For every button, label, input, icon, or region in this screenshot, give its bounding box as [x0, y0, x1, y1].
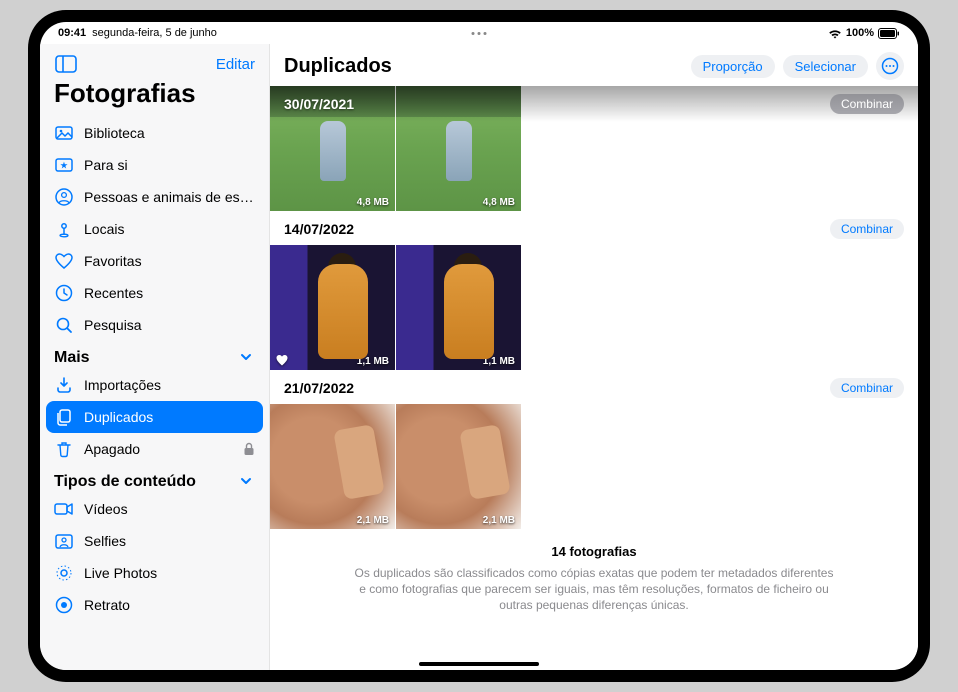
- section-header-types[interactable]: Tipos de conteúdo: [40, 465, 269, 493]
- multitask-dots[interactable]: [472, 32, 487, 35]
- location-icon: [54, 219, 74, 239]
- sidebar-item-label: Biblioteca: [84, 125, 145, 141]
- selfie-icon: [54, 531, 74, 551]
- status-date: segunda-feira, 5 de junho: [92, 27, 217, 39]
- section-header-more[interactable]: Mais: [40, 341, 269, 369]
- sidebar-item-recents[interactable]: Recentes: [40, 277, 269, 309]
- sidebar-item-selfies[interactable]: Selfies: [40, 525, 269, 557]
- duplicates-icon: [54, 407, 74, 427]
- library-icon: [54, 123, 74, 143]
- merge-button[interactable]: Combinar: [830, 378, 904, 398]
- sidebar-item-label: Importações: [84, 377, 161, 393]
- sidebar-item-search[interactable]: Pesquisa: [40, 309, 269, 341]
- import-icon: [54, 375, 74, 395]
- sidebar-item-live-photos[interactable]: Live Photos: [40, 557, 269, 589]
- footer-note: 14 fotografias Os duplicados são classif…: [270, 529, 918, 633]
- photo-thumbnail[interactable]: 2,1 MB: [270, 404, 395, 529]
- more-button[interactable]: [876, 52, 904, 80]
- photo-size: 4,8 MB: [483, 197, 515, 208]
- sidebar-item-places[interactable]: Locais: [40, 213, 269, 245]
- search-icon: [54, 315, 74, 335]
- sidebar-item-label: Locais: [84, 221, 124, 237]
- photo-size: 1,1 MB: [357, 356, 389, 367]
- for-you-icon: ★: [54, 155, 74, 175]
- duplicate-group: 21/07/2022 Combinar 2,1 MB 2,1 MB: [270, 370, 918, 529]
- sidebar-item-label: Live Photos: [84, 565, 157, 581]
- sidebar-toggle-button[interactable]: [54, 54, 78, 74]
- sidebar: Editar Fotografias Biblioteca ★ Para si: [40, 44, 270, 670]
- section-title: Mais: [54, 349, 90, 367]
- sidebar-item-label: Retrato: [84, 597, 130, 613]
- sidebar-item-people[interactable]: Pessoas e animais de estim…: [40, 181, 269, 213]
- favorite-icon: [275, 353, 289, 367]
- sidebar-item-deleted[interactable]: Apagado: [40, 433, 269, 465]
- main-content: Duplicados Proporção Selecionar 30/07/20…: [270, 44, 918, 670]
- photo-thumbnail[interactable]: 1,1 MB: [396, 245, 521, 370]
- footer-description: Os duplicados são classificados como cóp…: [355, 566, 834, 612]
- portrait-icon: [54, 595, 74, 615]
- sidebar-item-library[interactable]: Biblioteca: [40, 117, 269, 149]
- photo-size: 4,8 MB: [357, 197, 389, 208]
- status-bar: 09:41 segunda-feira, 5 de junho 100%: [40, 22, 918, 44]
- merge-button[interactable]: Combinar: [830, 219, 904, 239]
- edit-button[interactable]: Editar: [216, 56, 255, 73]
- page-title: Duplicados: [284, 55, 683, 78]
- sidebar-item-label: Pessoas e animais de estim…: [84, 189, 255, 205]
- group-date: 14/07/2022: [284, 221, 354, 237]
- select-button[interactable]: Selecionar: [783, 55, 868, 78]
- wifi-icon: [828, 28, 842, 39]
- photo-size: 2,1 MB: [483, 515, 515, 526]
- merge-button[interactable]: Combinar: [830, 94, 904, 114]
- photo-thumbnail[interactable]: 1,1 MB: [270, 245, 395, 370]
- duplicate-group: 30/07/2021 Combinar 4,8 MB 4,8 MB: [270, 86, 918, 211]
- aspect-button[interactable]: Proporção: [691, 55, 775, 78]
- battery-percent: 100%: [846, 27, 874, 39]
- chevron-down-icon: [239, 474, 255, 490]
- sidebar-item-label: Duplicados: [84, 409, 153, 425]
- sidebar-item-favorites[interactable]: Favoritas: [40, 245, 269, 277]
- section-title: Tipos de conteúdo: [54, 473, 196, 491]
- photo-count: 14 fotografias: [350, 543, 838, 561]
- group-date: 21/07/2022: [284, 380, 354, 396]
- sidebar-item-imports[interactable]: Importações: [40, 369, 269, 401]
- clock-icon: [54, 283, 74, 303]
- sidebar-item-label: Apagado: [84, 441, 140, 457]
- person-icon: [54, 187, 74, 207]
- sidebar-item-label: Favoritas: [84, 253, 142, 269]
- photo-size: 2,1 MB: [357, 515, 389, 526]
- photo-thumbnail[interactable]: 2,1 MB: [396, 404, 521, 529]
- battery-icon: [878, 28, 900, 39]
- trash-icon: [54, 439, 74, 459]
- svg-text:★: ★: [60, 161, 68, 170]
- sidebar-item-label: Vídeos: [84, 501, 128, 517]
- lock-icon: [243, 442, 255, 456]
- sidebar-item-label: Recentes: [84, 285, 143, 301]
- sidebar-item-videos[interactable]: Vídeos: [40, 493, 269, 525]
- status-time: 09:41: [58, 27, 86, 39]
- sidebar-item-label: Pesquisa: [84, 317, 142, 333]
- heart-icon: [54, 251, 74, 271]
- video-icon: [54, 499, 74, 519]
- sidebar-item-for-you[interactable]: ★ Para si: [40, 149, 269, 181]
- group-date: 30/07/2021: [284, 96, 354, 112]
- home-indicator[interactable]: [419, 662, 539, 666]
- sidebar-item-label: Para si: [84, 157, 128, 173]
- sidebar-item-label: Selfies: [84, 533, 126, 549]
- sidebar-item-duplicates[interactable]: Duplicados: [46, 401, 263, 433]
- sidebar-title: Fotografias: [40, 76, 269, 117]
- chevron-down-icon: [239, 350, 255, 366]
- sidebar-item-portrait[interactable]: Retrato: [40, 589, 269, 621]
- photo-size: 1,1 MB: [483, 356, 515, 367]
- duplicate-group: 14/07/2022 Combinar 1,1 MB 1,1 MB: [270, 211, 918, 370]
- live-photo-icon: [54, 563, 74, 583]
